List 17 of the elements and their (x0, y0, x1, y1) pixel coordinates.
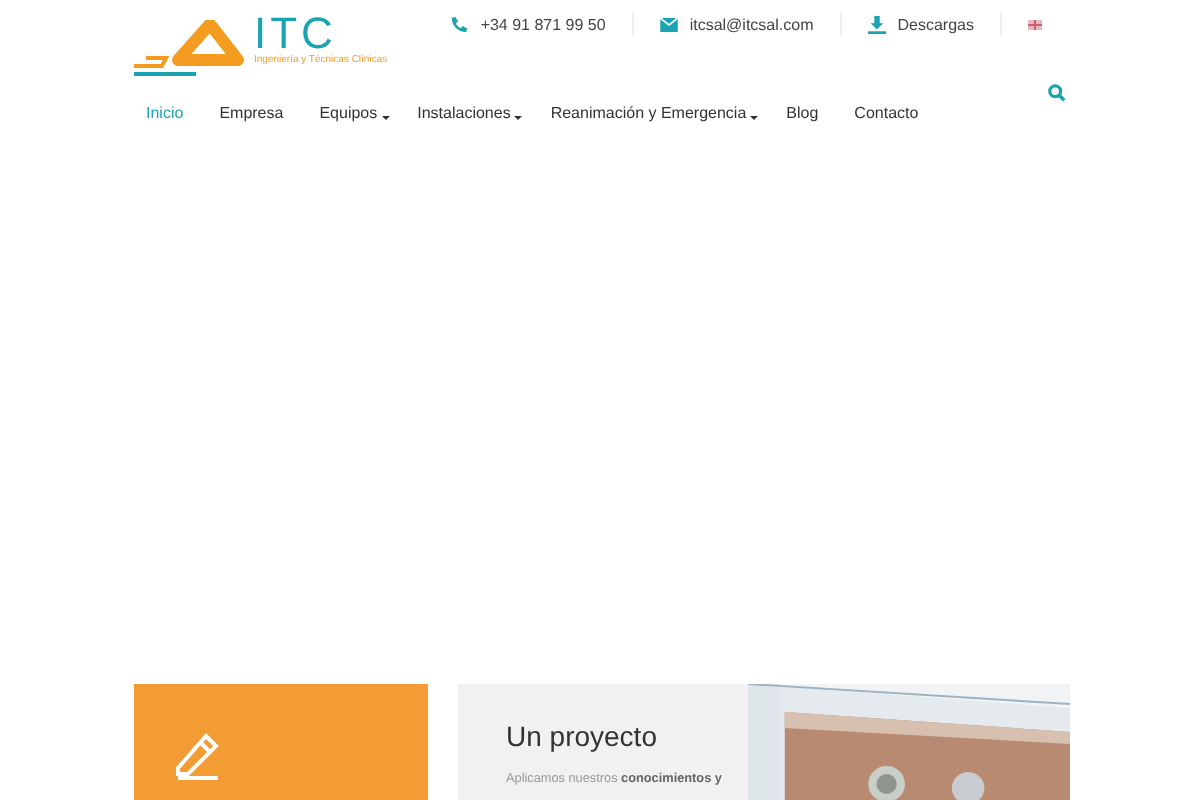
nav-link[interactable]: Instalaciones (405, 72, 523, 124)
download-icon (867, 15, 886, 33)
nav-link[interactable]: Contacto (842, 72, 931, 124)
nav-link[interactable]: Equipos (307, 72, 390, 124)
email-link[interactable]: itcsal@itcsal.com (689, 15, 814, 33)
phone-icon (450, 15, 469, 33)
phone-link[interactable]: +34 91 871 99 50 (480, 15, 606, 33)
feature-title: Un proyecto (506, 720, 659, 752)
nav-link[interactable]: Blog (774, 72, 831, 124)
downloads-link[interactable]: Descargas (897, 15, 974, 33)
nav-link[interactable]: Reanimación y Emergencia (538, 72, 759, 124)
flag-icon[interactable] (1028, 19, 1042, 29)
envelope-icon (659, 17, 678, 31)
logo-name: ITC (254, 14, 337, 54)
nav-link[interactable]: Empresa (207, 72, 296, 124)
search-icon[interactable] (1048, 84, 1066, 102)
logo-icon (134, 20, 250, 68)
